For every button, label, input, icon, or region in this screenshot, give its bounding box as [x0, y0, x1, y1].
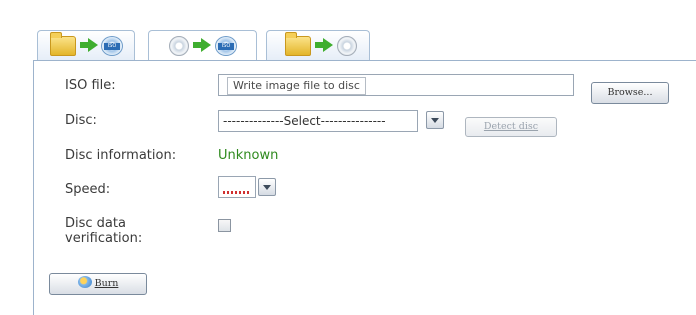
disc-icon: [169, 36, 189, 56]
folder-icon: [285, 32, 311, 56]
disc-data-verification-checkbox[interactable]: [218, 219, 231, 232]
disc-icon: [337, 36, 357, 56]
disc-select[interactable]: --------------Select---------------: [218, 110, 418, 132]
iso-file-label: ISO file:: [65, 78, 116, 93]
arrow-right-icon: [315, 38, 333, 52]
iso-file-field[interactable]: Write image file to disc: [218, 74, 574, 96]
chevron-down-icon[interactable]: [258, 178, 276, 196]
disc-data-verification-label: Disc data verification:: [65, 216, 143, 246]
disc-label: Disc:: [65, 113, 97, 128]
browse-button[interactable]: Browse...: [591, 82, 669, 104]
disc-image-icon: ISO: [101, 36, 123, 56]
detect-disc-button[interactable]: Detect disc: [465, 117, 557, 137]
speed-label: Speed:: [65, 182, 111, 197]
tab-folder-to-disc[interactable]: [266, 30, 370, 60]
burn-icon: [77, 276, 92, 288]
disc-image-icon: ISO: [215, 36, 237, 56]
folder-icon: [50, 32, 76, 56]
arrow-right-icon: [80, 38, 98, 52]
disc-information-label: Disc information:: [65, 148, 177, 163]
spellcheck-underline: [223, 191, 251, 194]
disc-information-value: Unknown: [218, 148, 279, 163]
burn-button-label: Burn: [94, 278, 119, 289]
speed-select[interactable]: [218, 176, 256, 198]
tab-image-to-disc[interactable]: ISO: [37, 30, 135, 60]
burn-button[interactable]: Burn: [49, 273, 147, 295]
arrow-right-icon: [193, 38, 211, 52]
chevron-down-icon[interactable]: [426, 111, 444, 129]
tab-disc-to-disc[interactable]: ISO: [148, 30, 257, 61]
iso-file-value: Write image file to disc: [227, 77, 366, 95]
